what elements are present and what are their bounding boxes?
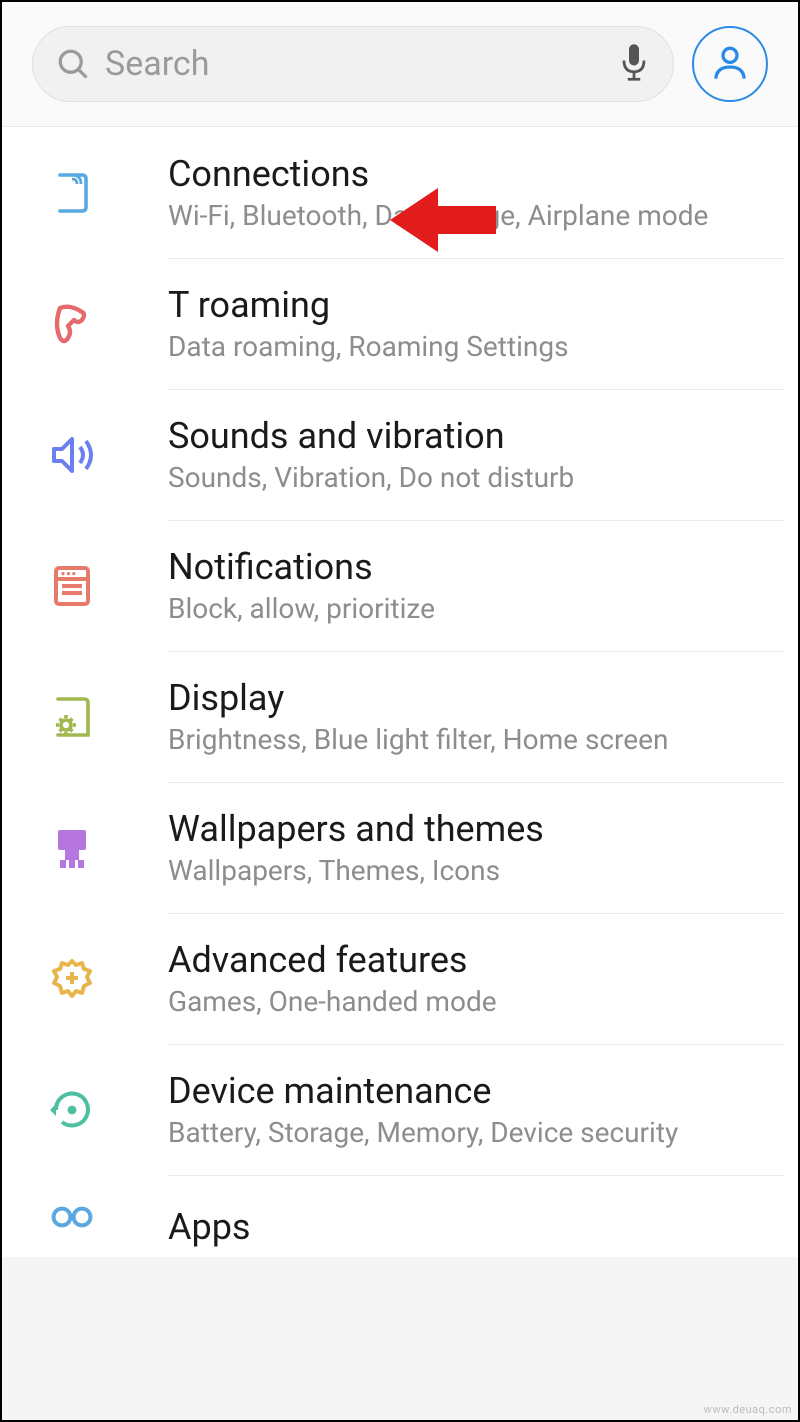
search-icon — [55, 46, 91, 82]
item-text: Device maintenance Battery, Storage, Mem… — [168, 1070, 768, 1149]
settings-item-apps[interactable]: Apps — [2, 1175, 798, 1257]
advanced-icon — [44, 951, 100, 1007]
settings-item-maintenance[interactable]: Device maintenance Battery, Storage, Mem… — [2, 1044, 798, 1175]
settings-item-connections[interactable]: Connections Wi-Fi, Bluetooth, Data usage… — [2, 127, 798, 258]
search-placeholder: Search — [105, 44, 619, 84]
wallpaper-icon — [44, 820, 100, 876]
profile-button[interactable] — [692, 26, 768, 102]
item-title: Apps — [168, 1206, 768, 1248]
item-subtitle: Wi-Fi, Bluetooth, Data usage, Airplane m… — [168, 199, 768, 232]
settings-list: Connections Wi-Fi, Bluetooth, Data usage… — [2, 127, 798, 1257]
roaming-icon — [44, 296, 100, 352]
display-icon — [44, 689, 100, 745]
item-subtitle: Block, allow, prioritize — [168, 592, 768, 625]
item-title: Wallpapers and themes — [168, 808, 768, 850]
item-subtitle: Brightness, Blue light filter, Home scre… — [168, 723, 768, 756]
item-subtitle: Battery, Storage, Memory, Device securit… — [168, 1116, 768, 1149]
item-subtitle: Wallpapers, Themes, Icons — [168, 854, 768, 887]
search-bar[interactable]: Search — [32, 26, 674, 102]
item-title: Device maintenance — [168, 1070, 768, 1112]
settings-item-wallpapers[interactable]: Wallpapers and themes Wallpapers, Themes… — [2, 782, 798, 913]
settings-item-advanced[interactable]: Advanced features Games, One-handed mode — [2, 913, 798, 1044]
item-subtitle: Sounds, Vibration, Do not disturb — [168, 461, 768, 494]
notifications-icon — [44, 558, 100, 614]
header-row: Search — [2, 2, 798, 127]
item-title: Advanced features — [168, 939, 768, 981]
watermark: www.deuaq.com — [704, 1403, 792, 1416]
item-text: T roaming Data roaming, Roaming Settings — [168, 284, 768, 363]
settings-item-sounds[interactable]: Sounds and vibration Sounds, Vibration, … — [2, 389, 798, 520]
settings-item-display[interactable]: Display Brightness, Blue light filter, H… — [2, 651, 798, 782]
connections-icon — [44, 165, 100, 221]
item-text: Sounds and vibration Sounds, Vibration, … — [168, 415, 768, 494]
profile-icon — [710, 42, 750, 86]
item-text: Display Brightness, Blue light filter, H… — [168, 677, 768, 756]
item-subtitle: Games, One-handed mode — [168, 985, 768, 1018]
sound-icon — [44, 427, 100, 483]
item-text: Notifications Block, allow, prioritize — [168, 546, 768, 625]
item-text: Advanced features Games, One-handed mode — [168, 939, 768, 1018]
mic-icon[interactable] — [619, 43, 651, 85]
item-subtitle: Data roaming, Roaming Settings — [168, 330, 768, 363]
item-title: Connections — [168, 153, 768, 195]
apps-icon — [44, 1201, 100, 1257]
settings-item-notifications[interactable]: Notifications Block, allow, prioritize — [2, 520, 798, 651]
item-text: Connections Wi-Fi, Bluetooth, Data usage… — [168, 153, 768, 232]
item-text: Wallpapers and themes Wallpapers, Themes… — [168, 808, 768, 887]
item-title: Sounds and vibration — [168, 415, 768, 457]
item-title: Display — [168, 677, 768, 719]
item-text: Apps — [168, 1206, 768, 1252]
settings-item-roaming[interactable]: T roaming Data roaming, Roaming Settings — [2, 258, 798, 389]
item-title: Notifications — [168, 546, 768, 588]
maintenance-icon — [44, 1082, 100, 1138]
item-title: T roaming — [168, 284, 768, 326]
